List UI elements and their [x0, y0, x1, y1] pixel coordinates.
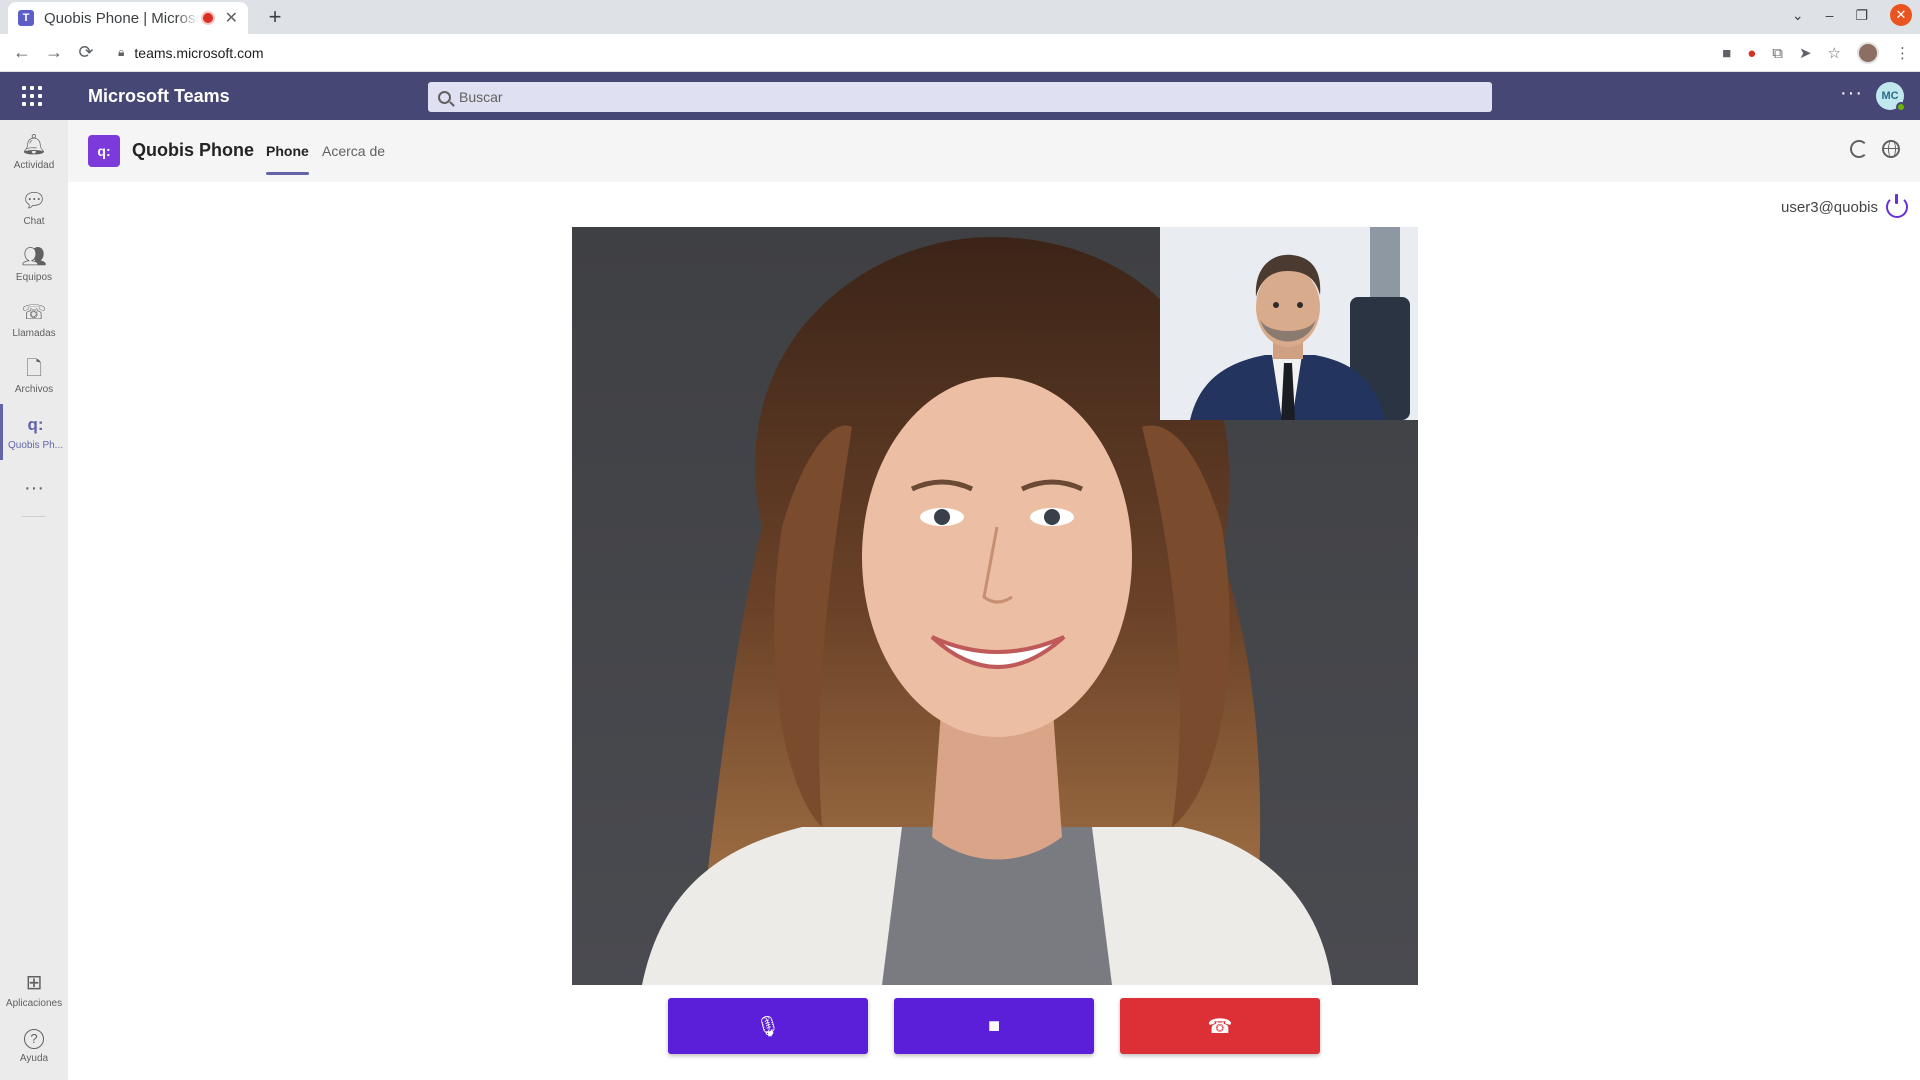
refresh-icon[interactable] [1850, 140, 1868, 158]
toggle-video-button[interactable]: ■ [894, 998, 1094, 1054]
menu-icon[interactable]: ⋮ [1895, 44, 1910, 62]
recording-indicator-icon[interactable]: ● [1747, 45, 1756, 62]
globe-icon[interactable] [1882, 140, 1900, 158]
rail-item-chat[interactable]: 💬︎ Chat [0, 180, 68, 236]
rail-more-apps-button[interactable]: ··· [0, 460, 68, 516]
rail-item-label: Actividad [13, 159, 55, 171]
browser-tabstrip: T Quobis Phone | Microsoft Teams ✕ + ⌄ –… [0, 0, 1920, 34]
rail-item-label: Ayuda [19, 1052, 49, 1064]
microphone-icon: 🎙︎ [755, 1015, 781, 1038]
app-launcher-icon[interactable] [22, 86, 42, 106]
rail-item-label: Archivos [14, 383, 54, 395]
translate-icon[interactable]: ⧉ [1772, 45, 1783, 62]
rail-item-quobis-phone[interactable]: q: Quobis Ph... [0, 404, 68, 460]
forward-button[interactable]: → [38, 42, 70, 63]
teams-favicon-icon: T [18, 10, 34, 26]
avatar-initials: MC [1881, 90, 1899, 102]
apps-icon: ⊞ [25, 971, 43, 994]
toolbar-actions: ■ ● ⧉ ➤ ☆ ⋮ [1722, 34, 1910, 72]
chat-icon: 💬︎ [21, 189, 47, 212]
search-icon [438, 90, 451, 104]
user-label: user3@quobis [1781, 198, 1878, 216]
search-placeholder: Buscar [459, 89, 503, 105]
lock-icon[interactable]: 🔒︎ [118, 45, 124, 60]
rail-divider [22, 516, 46, 517]
presence-available-icon [1896, 102, 1906, 112]
rail-item-label: Llamadas [12, 327, 56, 339]
tab-search-chevron-icon[interactable]: ⌄ [1792, 7, 1804, 24]
rail-item-llamadas[interactable]: ☏ Llamadas [0, 292, 68, 348]
more-icon: ··· [24, 477, 44, 499]
camera-icon[interactable]: ■ [1722, 45, 1731, 62]
new-tab-button[interactable]: + [262, 4, 288, 30]
page-title: Quobis Phone [132, 140, 255, 160]
call-controls: 🎙︎ ■ ☎ [68, 998, 1920, 1054]
url-text: teams.microsoft.com [134, 44, 264, 61]
video-camera-icon: ■ [987, 1014, 1001, 1037]
local-video [1160, 227, 1418, 420]
local-participant-image [1160, 227, 1418, 420]
tab-acerca-de[interactable]: Acerca de [322, 143, 385, 159]
file-icon: 🗋 [25, 357, 43, 380]
tab-title: Quobis Phone | Microsoft Teams [44, 9, 199, 27]
app-bar: q: Quobis Phone Phone Acerca de [68, 120, 1920, 182]
more-options-button[interactable]: ··· [1840, 82, 1863, 105]
rail-item-ayuda[interactable]: ? Ayuda [0, 1018, 68, 1074]
rail-item-archivos[interactable]: 🗋 Archivos [0, 348, 68, 404]
rail-item-label: Aplicaciones [5, 997, 63, 1009]
rail-item-actividad[interactable]: 🔔︎ Actividad [0, 124, 68, 180]
rail-item-label: Chat [23, 215, 45, 227]
tab-phone[interactable]: Phone [266, 143, 309, 175]
back-button[interactable]: ← [6, 42, 38, 63]
rail-item-label: Equipos [15, 271, 53, 283]
star-icon[interactable]: ☆ [1828, 44, 1841, 62]
restore-button[interactable]: ❐ [1855, 7, 1868, 24]
window-controls: ⌄ – ❐ ✕ [1792, 4, 1912, 26]
avatar[interactable]: MC [1876, 82, 1906, 112]
user-status: user3@quobis [1781, 194, 1908, 218]
bell-icon: 🔔︎ [21, 133, 47, 156]
teams-icon: 👥︎ [21, 245, 47, 268]
browser-toolbar: ← → ⟳ 🔒︎ teams.microsoft.com ■ ● ⧉ ➤ ☆ ⋮ [0, 34, 1920, 72]
rail-item-label: Quobis Ph... [7, 439, 64, 451]
hang-up-button[interactable]: ☎ [1120, 998, 1320, 1054]
phone-icon: ☏ [21, 301, 47, 324]
app-rail: 🔔︎ Actividad 💬︎ Chat 👥︎ Equipos ☏ Llamad… [0, 120, 68, 1080]
reload-button[interactable]: ⟳ [70, 42, 102, 63]
mute-microphone-button[interactable]: 🎙︎ [668, 998, 868, 1054]
quobis-icon: q: [27, 414, 44, 434]
search-input[interactable]: Buscar [428, 82, 1492, 112]
rail-item-equipos[interactable]: 👥︎ Equipos [0, 236, 68, 292]
help-icon: ? [24, 1028, 44, 1049]
browser-tab[interactable]: T Quobis Phone | Microsoft Teams ✕ [8, 2, 248, 34]
power-icon[interactable] [1886, 194, 1908, 218]
app-name: Microsoft Teams [88, 86, 230, 106]
hang-up-icon: ☎ [1207, 1015, 1233, 1038]
send-icon[interactable]: ➤ [1799, 44, 1812, 62]
address-bar[interactable]: 🔒︎ teams.microsoft.com [118, 45, 264, 61]
rail-item-aplicaciones[interactable]: ⊞ Aplicaciones [0, 962, 68, 1018]
minimize-button[interactable]: – [1826, 7, 1834, 23]
close-window-button[interactable]: ✕ [1890, 4, 1912, 26]
call-area: user3@quobis 🎙︎ ■ ☎ [68, 182, 1920, 1080]
profile-icon[interactable] [1857, 42, 1879, 64]
quobis-logo-icon: q: [88, 135, 120, 167]
recording-indicator-icon [202, 13, 213, 23]
teams-header: Microsoft Teams Buscar ··· MC [0, 72, 1920, 120]
tab-close-icon[interactable]: ✕ [225, 8, 238, 28]
